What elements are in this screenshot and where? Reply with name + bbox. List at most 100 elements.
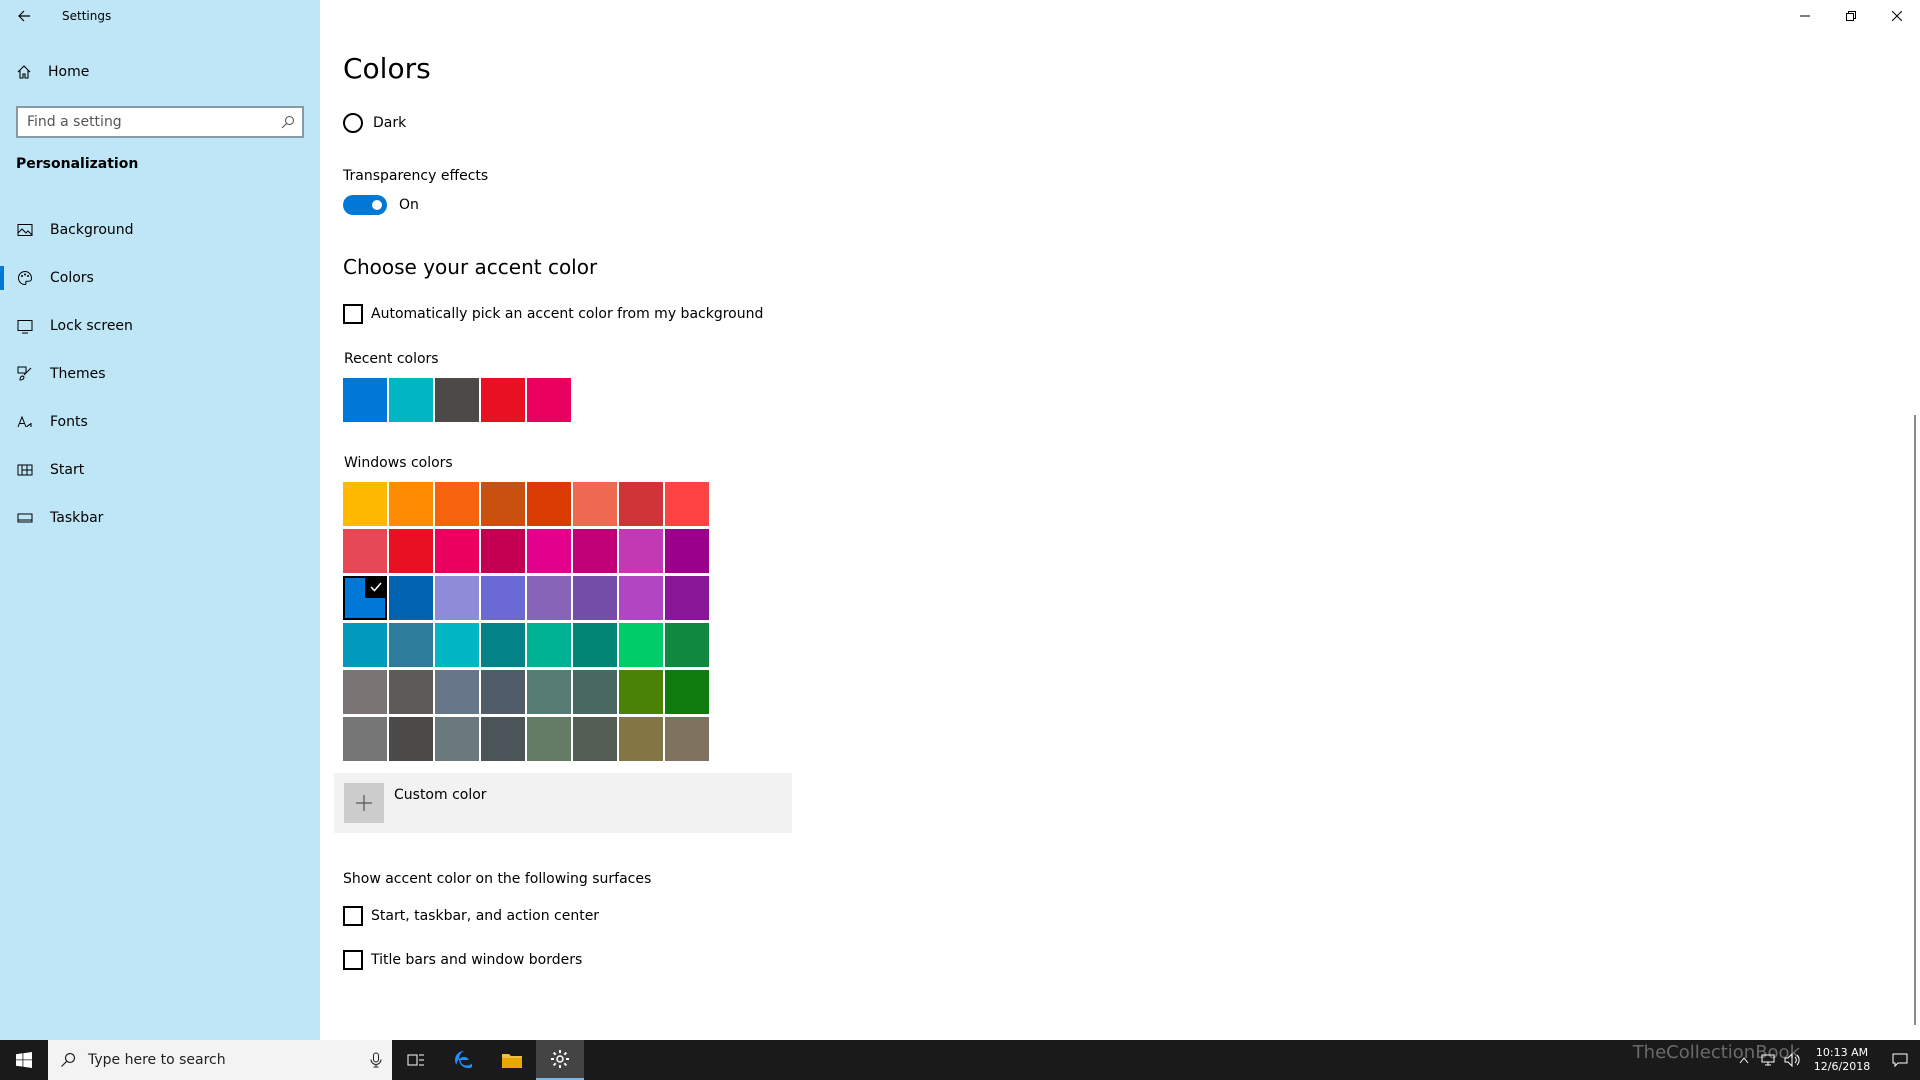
windows-color-swatch[interactable] — [389, 717, 433, 761]
windows-color-swatch[interactable] — [619, 623, 663, 667]
settings-search-box[interactable] — [16, 106, 304, 138]
windows-color-swatch[interactable] — [527, 623, 571, 667]
windows-color-swatch[interactable] — [573, 482, 617, 526]
windows-color-swatch[interactable] — [343, 623, 387, 667]
windows-color-swatch[interactable] — [527, 576, 571, 620]
folder-icon — [502, 1054, 522, 1068]
sidebar-item-themes[interactable]: Themes — [0, 350, 320, 398]
windows-color-swatch[interactable] — [435, 482, 479, 526]
sidebar: Settings Home Personalization Background… — [0, 0, 320, 1040]
windows-color-swatch[interactable] — [481, 717, 525, 761]
windows-color-swatch[interactable] — [435, 623, 479, 667]
dark-mode-radio[interactable] — [343, 113, 363, 133]
windows-color-swatch[interactable] — [573, 670, 617, 714]
windows-color-swatch[interactable] — [619, 482, 663, 526]
start-icon — [16, 461, 34, 479]
custom-color-button[interactable]: Custom color — [334, 773, 792, 833]
windows-color-swatch[interactable] — [665, 670, 709, 714]
windows-color-swatch[interactable] — [619, 717, 663, 761]
windows-color-swatch[interactable] — [665, 576, 709, 620]
sidebar-item-lock-screen[interactable]: Lock screen — [0, 302, 320, 350]
windows-color-swatch[interactable] — [343, 529, 387, 573]
windows-color-swatch[interactable] — [435, 576, 479, 620]
windows-color-swatch[interactable] — [527, 482, 571, 526]
task-view-button[interactable] — [392, 1040, 440, 1080]
titlebar: Settings — [0, 0, 320, 32]
windows-color-swatch[interactable] — [481, 529, 525, 573]
windows-color-swatch[interactable] — [343, 670, 387, 714]
sidebar-item-taskbar[interactable]: Taskbar — [0, 494, 320, 542]
file-explorer-button[interactable] — [488, 1040, 536, 1080]
windows-color-swatch[interactable] — [527, 529, 571, 573]
dark-mode-radio-row[interactable]: Dark — [343, 113, 406, 133]
windows-color-swatch[interactable] — [435, 670, 479, 714]
windows-color-swatch[interactable] — [389, 482, 433, 526]
dark-mode-label: Dark — [373, 115, 407, 131]
recent-color-swatch[interactable] — [481, 378, 525, 422]
transparency-toggle[interactable] — [343, 195, 387, 215]
sidebar-item-start[interactable]: Start — [0, 446, 320, 494]
sidebar-item-label: Taskbar — [50, 510, 104, 526]
page-title: Colors — [343, 52, 431, 85]
auto-pick-checkbox-row[interactable]: Automatically pick an accent color from … — [343, 304, 763, 324]
edge-browser-button[interactable] — [440, 1040, 488, 1080]
sidebar-item-label: Colors — [50, 270, 94, 286]
scrollbar[interactable] — [1914, 415, 1916, 1025]
windows-color-swatch[interactable] — [389, 576, 433, 620]
windows-color-swatch[interactable] — [389, 529, 433, 573]
windows-color-swatch[interactable] — [435, 717, 479, 761]
recent-color-swatch[interactable] — [343, 378, 387, 422]
microphone-icon[interactable] — [360, 1052, 392, 1068]
windows-color-swatch[interactable] — [665, 482, 709, 526]
recent-color-swatch[interactable] — [527, 378, 571, 422]
windows-color-swatch[interactable] — [481, 623, 525, 667]
windows-colors-label: Windows colors — [344, 455, 453, 471]
home-nav-item[interactable]: Home — [0, 56, 320, 88]
sidebar-item-colors[interactable]: Colors — [0, 254, 320, 302]
search-input[interactable] — [18, 114, 274, 130]
windows-color-swatch[interactable] — [619, 670, 663, 714]
back-button[interactable] — [0, 0, 48, 32]
windows-color-swatch[interactable] — [343, 482, 387, 526]
clock[interactable]: 10:13 AM 12/6/2018 — [1804, 1046, 1880, 1074]
sidebar-item-background[interactable]: Background — [0, 206, 320, 254]
windows-color-swatch[interactable] — [573, 717, 617, 761]
settings-app-button[interactable] — [536, 1040, 584, 1080]
minimize-button[interactable] — [1782, 0, 1828, 32]
windows-color-swatch[interactable] — [343, 717, 387, 761]
windows-color-swatch[interactable] — [527, 670, 571, 714]
windows-color-swatch[interactable] — [665, 623, 709, 667]
taskbar-search-box[interactable]: Type here to search — [48, 1040, 392, 1080]
windows-color-swatch[interactable] — [481, 576, 525, 620]
surface-start-checkbox[interactable] — [343, 906, 363, 926]
windows-color-swatch[interactable] — [573, 576, 617, 620]
windows-color-swatch[interactable] — [619, 529, 663, 573]
windows-color-swatch[interactable] — [389, 670, 433, 714]
recent-color-swatch[interactable] — [435, 378, 479, 422]
taskbar-icon — [16, 509, 34, 527]
start-button[interactable] — [0, 1040, 48, 1080]
surface-title-checkbox[interactable] — [343, 950, 363, 970]
windows-color-swatch[interactable] — [481, 670, 525, 714]
sidebar-item-fonts[interactable]: Fonts — [0, 398, 320, 446]
windows-color-swatch[interactable] — [573, 623, 617, 667]
recent-color-swatch[interactable] — [389, 378, 433, 422]
home-icon — [17, 65, 31, 79]
restore-button[interactable] — [1828, 0, 1874, 32]
auto-pick-checkbox[interactable] — [343, 304, 363, 324]
search-icon[interactable] — [274, 108, 302, 136]
windows-color-swatch[interactable] — [619, 576, 663, 620]
windows-color-swatch[interactable] — [435, 529, 479, 573]
windows-color-swatch[interactable] — [665, 717, 709, 761]
windows-color-swatch[interactable] — [527, 717, 571, 761]
selected-color-swatch[interactable] — [343, 576, 387, 620]
windows-color-swatch[interactable] — [665, 529, 709, 573]
action-center-button[interactable] — [1880, 1040, 1920, 1080]
surface-start-checkbox-row[interactable]: Start, taskbar, and action center — [343, 906, 599, 926]
windows-color-swatch[interactable] — [389, 623, 433, 667]
surface-title-checkbox-row[interactable]: Title bars and window borders — [343, 950, 582, 970]
windows-color-swatch[interactable] — [573, 529, 617, 573]
windows-color-swatch[interactable] — [481, 482, 525, 526]
nav-list: Background Colors Lock screen Themes Fon… — [0, 206, 320, 542]
close-button[interactable] — [1874, 0, 1920, 32]
